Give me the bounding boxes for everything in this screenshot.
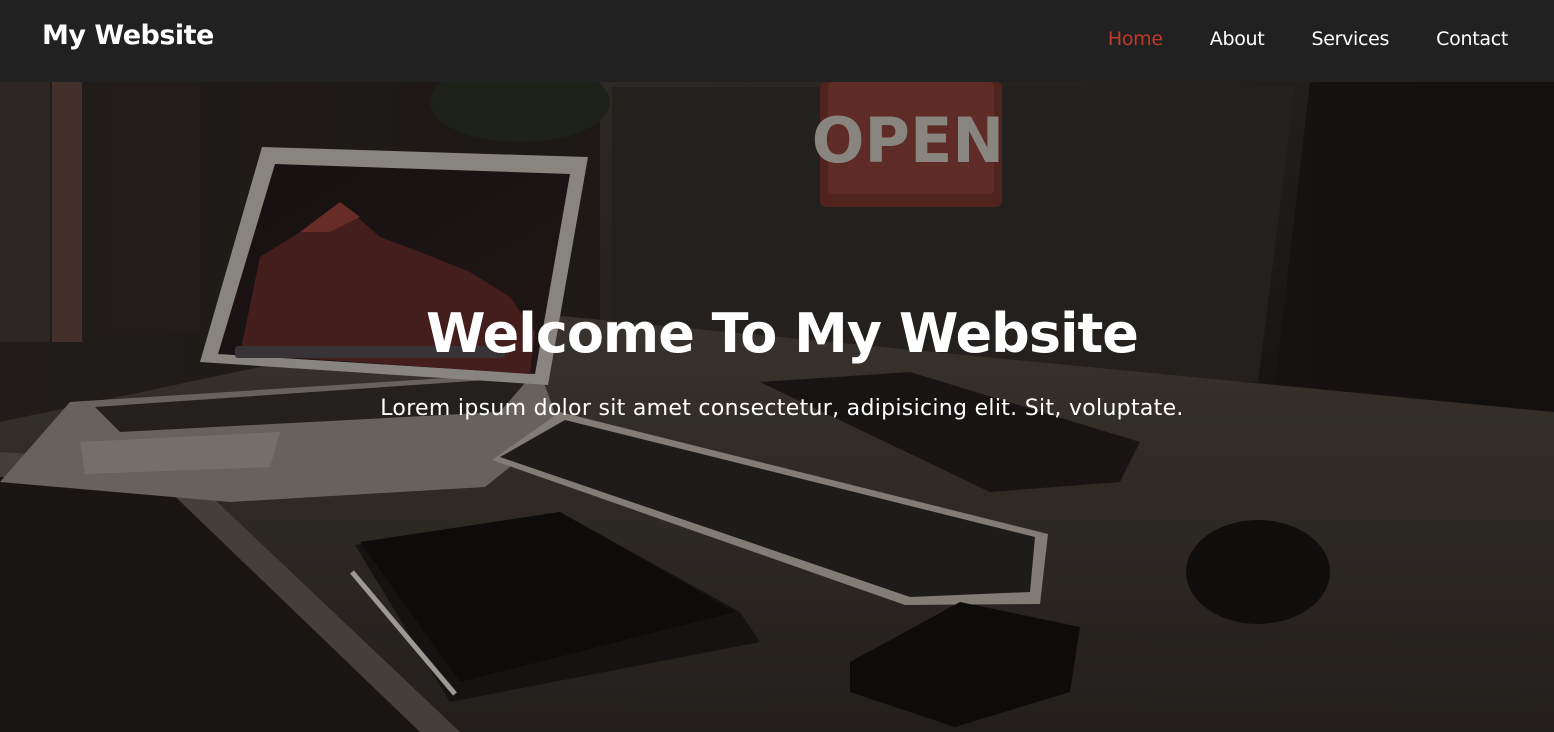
- nav-link-contact[interactable]: Contact: [1436, 28, 1508, 50]
- site-brand-logo[interactable]: My Website: [42, 20, 214, 51]
- nav-link-about[interactable]: About: [1210, 28, 1265, 50]
- hero-section: OPEN Welcome To My Website Lorem ipsum d…: [0, 82, 1554, 732]
- nav-link-home[interactable]: Home: [1108, 28, 1163, 50]
- top-navbar: My Website Home About Services Contact: [0, 0, 1554, 82]
- hero-title: Welcome To My Website: [426, 302, 1139, 365]
- nav-link-services[interactable]: Services: [1311, 28, 1389, 50]
- nav-links: Home About Services Contact: [1061, 28, 1508, 50]
- hero-subtitle: Lorem ipsum dolor sit amet consectetur, …: [380, 396, 1184, 421]
